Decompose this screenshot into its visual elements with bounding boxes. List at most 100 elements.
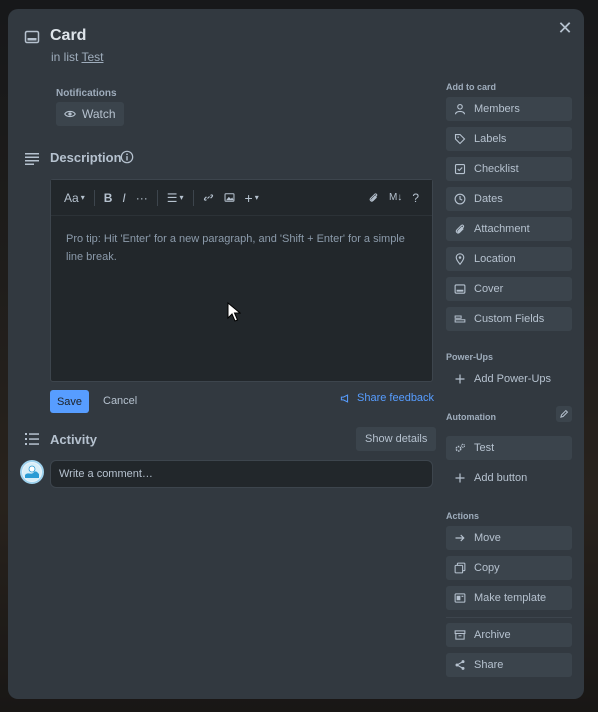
list-button[interactable]: ☰ ▾ bbox=[162, 191, 189, 205]
share-feedback-label: Share feedback bbox=[357, 392, 435, 404]
close-button[interactable]: ✕ bbox=[552, 15, 578, 41]
save-button[interactable]: Save bbox=[50, 390, 89, 413]
edit-automation-button[interactable] bbox=[556, 406, 572, 422]
toolbar-divider bbox=[192, 189, 194, 206]
link-button[interactable] bbox=[198, 192, 219, 203]
toolbar-divider bbox=[93, 189, 95, 206]
card-detail-modal: ✕ Card in list Test Notifications Watch … bbox=[8, 9, 584, 699]
toolbar-divider bbox=[156, 189, 158, 206]
move-button[interactable]: Move bbox=[446, 526, 572, 550]
comment-input[interactable]: Write a comment… bbox=[50, 460, 433, 488]
checkbox-icon bbox=[454, 163, 466, 175]
help-icon: ? bbox=[412, 190, 419, 205]
watch-button[interactable]: Watch bbox=[56, 102, 124, 126]
automation-test-label: Test bbox=[474, 442, 495, 454]
power-ups-label: Power-Ups bbox=[446, 352, 494, 362]
activity-title: Activity bbox=[50, 432, 97, 447]
automation-test-button[interactable]: Test bbox=[446, 436, 572, 460]
add-button-label: Add button bbox=[474, 472, 528, 484]
cover-icon bbox=[454, 284, 466, 294]
megaphone-icon bbox=[340, 393, 349, 403]
dates-button[interactable]: Dates bbox=[446, 187, 572, 211]
comment-placeholder: Write a comment… bbox=[59, 468, 153, 480]
bullet-list-icon: ☰ bbox=[166, 190, 178, 205]
avatar[interactable] bbox=[20, 460, 44, 484]
checklist-button[interactable]: Checklist bbox=[446, 157, 572, 181]
add-button-button[interactable]: Add button bbox=[446, 466, 572, 490]
attach-button[interactable] bbox=[363, 192, 384, 203]
dates-label: Dates bbox=[474, 193, 503, 205]
cover-button[interactable]: Cover bbox=[446, 277, 572, 301]
bold-button[interactable]: B bbox=[99, 191, 118, 205]
template-icon bbox=[454, 593, 466, 603]
editor-placeholder[interactable]: Pro tip: Hit 'Enter' for a new paragraph… bbox=[51, 216, 432, 280]
mouse-cursor-icon bbox=[227, 302, 241, 322]
bold-icon: B bbox=[103, 190, 113, 205]
text-style-label: Aa bbox=[64, 190, 79, 205]
pencil-icon bbox=[560, 409, 569, 418]
markdown-icon: M↓ bbox=[388, 192, 403, 203]
cancel-button[interactable]: Cancel bbox=[103, 395, 137, 407]
members-button[interactable]: Members bbox=[446, 97, 572, 121]
chevron-down-icon: ▾ bbox=[179, 193, 184, 202]
description-editor[interactable]: Aa ▾ B I ··· ☰ ▾ + ▾ M↓ ? Pro tip: Hit '… bbox=[50, 179, 433, 382]
make-template-label: Make template bbox=[474, 592, 547, 604]
italic-button[interactable]: I bbox=[117, 191, 130, 205]
custom-fields-icon bbox=[454, 315, 466, 323]
custom-fields-label: Custom Fields bbox=[474, 313, 545, 325]
link-icon bbox=[203, 194, 213, 201]
in-list-text: in list Test bbox=[51, 50, 103, 64]
text-style-button[interactable]: Aa ▾ bbox=[59, 191, 90, 205]
archive-label: Archive bbox=[474, 629, 511, 641]
show-details-button[interactable]: Show details bbox=[356, 427, 437, 451]
add-power-ups-label: Add Power-Ups bbox=[474, 373, 552, 385]
attachment-button[interactable]: Attachment bbox=[446, 217, 572, 241]
card-title[interactable]: Card bbox=[50, 27, 86, 45]
more-icon: ··· bbox=[135, 190, 148, 205]
members-label: Members bbox=[474, 103, 520, 115]
actions-divider bbox=[446, 617, 572, 618]
editor-toolbar: Aa ▾ B I ··· ☰ ▾ + ▾ M↓ ? bbox=[51, 180, 432, 216]
labels-button[interactable]: Labels bbox=[446, 127, 572, 151]
add-to-card-label: Add to card bbox=[446, 82, 497, 92]
close-icon: ✕ bbox=[557, 17, 573, 38]
watch-label: Watch bbox=[82, 107, 116, 121]
share-label: Share bbox=[474, 659, 504, 671]
person-icon bbox=[454, 103, 466, 115]
eye-icon bbox=[64, 110, 76, 118]
markdown-button[interactable]: M↓ bbox=[384, 192, 407, 203]
copy-icon bbox=[454, 562, 466, 574]
move-label: Move bbox=[474, 532, 501, 544]
copy-label: Copy bbox=[474, 562, 500, 574]
help-button[interactable]: ? bbox=[407, 191, 424, 205]
add-power-ups-button[interactable]: Add Power-Ups bbox=[446, 367, 572, 391]
make-template-button[interactable]: Make template bbox=[446, 586, 572, 610]
copy-button[interactable]: Copy bbox=[446, 556, 572, 580]
italic-icon: I bbox=[122, 190, 126, 205]
list-link[interactable]: Test bbox=[81, 50, 103, 64]
share-feedback-link[interactable]: Share feedback bbox=[340, 392, 434, 404]
clock-icon bbox=[454, 193, 466, 205]
location-button[interactable]: Location bbox=[446, 247, 572, 271]
share-button[interactable]: Share bbox=[446, 653, 572, 677]
actions-label: Actions bbox=[446, 511, 480, 521]
plus-icon bbox=[455, 473, 465, 483]
insert-button[interactable]: + ▾ bbox=[240, 190, 264, 206]
image-icon bbox=[224, 193, 234, 202]
toolbar-right-group: M↓ ? bbox=[363, 191, 424, 205]
custom-fields-button[interactable]: Custom Fields bbox=[446, 307, 572, 331]
location-pin-icon bbox=[455, 253, 465, 265]
paperclip-icon bbox=[455, 224, 465, 234]
archive-button[interactable]: Archive bbox=[446, 623, 572, 647]
image-button[interactable] bbox=[219, 192, 240, 203]
description-icon bbox=[25, 153, 39, 165]
share-icon bbox=[455, 660, 465, 670]
cover-label: Cover bbox=[474, 283, 504, 295]
archive-icon bbox=[454, 630, 466, 640]
gears-icon bbox=[455, 443, 466, 452]
more-formatting-button[interactable]: ··· bbox=[131, 191, 153, 205]
info-icon[interactable] bbox=[120, 150, 134, 164]
automation-label: Automation bbox=[446, 412, 496, 422]
activity-icon bbox=[25, 433, 39, 445]
in-list-prefix: in list bbox=[51, 50, 79, 64]
